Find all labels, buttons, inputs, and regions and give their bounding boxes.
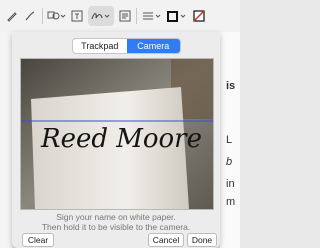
camera-signature-preview: Reed Moore bbox=[40, 124, 202, 154]
sign-icon[interactable] bbox=[88, 6, 114, 26]
draw-icon[interactable] bbox=[22, 6, 38, 26]
line-style-icon[interactable] bbox=[140, 6, 164, 26]
signature-sheet: Trackpad Camera Reed Moore Sign your nam… bbox=[12, 32, 220, 248]
shapes-icon[interactable] bbox=[46, 6, 68, 26]
doc-fragment: b bbox=[226, 156, 233, 168]
note-icon[interactable] bbox=[118, 6, 132, 26]
capture-mode-segmented-control: Trackpad Camera bbox=[72, 38, 181, 54]
doc-fragment: is bbox=[226, 80, 236, 92]
toolbar-separator bbox=[136, 8, 137, 24]
camera-preview: Reed Moore bbox=[20, 58, 214, 210]
instruction-line-2: Then hold it to be visible to the camera… bbox=[41, 222, 191, 232]
background-document: is L b in m bbox=[220, 32, 240, 248]
done-button[interactable]: Done bbox=[187, 233, 217, 247]
sketch-icon[interactable] bbox=[4, 6, 20, 26]
document-margin bbox=[0, 32, 12, 248]
markup-toolbar bbox=[0, 0, 240, 33]
doc-fragment: L bbox=[226, 134, 233, 146]
cancel-button[interactable]: Cancel bbox=[148, 233, 184, 247]
toolbar-separator bbox=[42, 8, 43, 24]
tab-trackpad[interactable]: Trackpad bbox=[73, 39, 127, 53]
clear-button[interactable]: Clear bbox=[22, 233, 54, 247]
fill-color-icon[interactable] bbox=[192, 6, 206, 26]
doc-fragment: m bbox=[226, 196, 236, 208]
text-icon[interactable] bbox=[70, 6, 84, 26]
border-color-icon[interactable] bbox=[166, 6, 190, 26]
instruction-line-1: Sign your name on white paper. bbox=[56, 212, 176, 222]
tab-camera[interactable]: Camera bbox=[126, 39, 180, 53]
signature-instructions: Sign your name on white paper. Then hold… bbox=[12, 212, 220, 232]
doc-fragment: in bbox=[226, 178, 235, 190]
